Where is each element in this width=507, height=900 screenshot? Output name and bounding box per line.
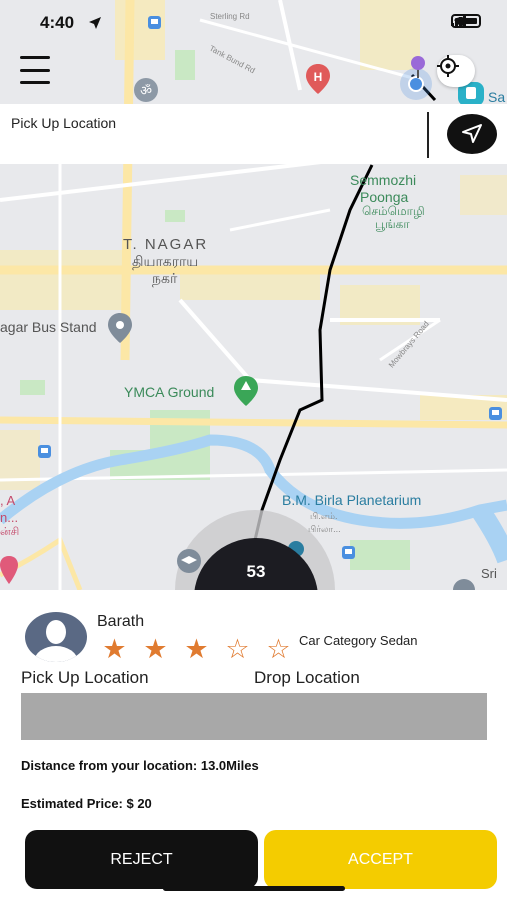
distance-text: Distance from your location: 13.0Miles bbox=[21, 758, 259, 773]
send-arrow-icon bbox=[462, 124, 482, 143]
transit-icon-4 bbox=[342, 546, 355, 559]
map-label-bus-stand: agar Bus Stand bbox=[0, 319, 97, 335]
hospital-pin-icon: H bbox=[306, 64, 330, 94]
pickup-search-bar[interactable]: Pick Up Location bbox=[0, 104, 507, 164]
map-label-t-nagar-tamil-2: நகர் bbox=[152, 270, 178, 286]
map-label-t-nagar: T. NAGAR bbox=[123, 236, 209, 253]
map-label-left-3: ன்சி bbox=[0, 526, 20, 538]
location-arrow-icon bbox=[89, 17, 101, 29]
transit-icon-3 bbox=[489, 407, 502, 420]
map-label-poonga-tamil: பூங்கா bbox=[375, 217, 410, 231]
accept-button[interactable]: ACCEPT bbox=[264, 830, 497, 889]
star-empty-icon: ☆ bbox=[266, 634, 291, 664]
transit-icon-2 bbox=[38, 445, 51, 458]
map-label-sri: Sri bbox=[481, 566, 497, 581]
menu-line-icon bbox=[20, 56, 50, 59]
ride-request-sheet: Barath ★ ★ ★ ☆ ☆ Car Category Sedan Pick Up … bbox=[0, 590, 507, 900]
divider bbox=[427, 112, 429, 158]
place-pin-icon bbox=[453, 579, 475, 590]
map-label-planetarium-tamil-2: பிர்லா... bbox=[308, 524, 341, 534]
current-location-marker-icon bbox=[400, 56, 432, 100]
svg-text:H: H bbox=[314, 70, 323, 84]
navigate-button[interactable] bbox=[447, 114, 497, 154]
user-silhouette-icon bbox=[34, 620, 78, 662]
map-label-sterling-rd: Sterling Rd bbox=[210, 12, 250, 21]
map-label-ymca: YMCA Ground bbox=[124, 384, 215, 400]
star-empty-icon: ☆ bbox=[225, 634, 250, 664]
map-label-planetarium-tamil: பி.எம். bbox=[310, 511, 338, 521]
map-label-left-1: , A bbox=[0, 493, 16, 508]
svg-text:ॐ: ॐ bbox=[140, 84, 152, 99]
drop-location-label: Drop Location bbox=[254, 668, 360, 687]
menu-line-icon bbox=[20, 68, 50, 72]
estimated-price: Estimated Price: $ 20 bbox=[21, 796, 152, 811]
bus-stand-pin-icon bbox=[108, 313, 132, 343]
transit-icon bbox=[148, 16, 161, 29]
car-marker-icon bbox=[0, 556, 18, 584]
home-indicator[interactable] bbox=[163, 886, 345, 891]
menu-line-icon bbox=[20, 81, 50, 84]
star-filled-icon: ★ bbox=[184, 634, 209, 664]
star-filled-icon: ★ bbox=[143, 634, 168, 664]
status-icons bbox=[451, 14, 481, 28]
pickup-location-field[interactable]: Pick Up Location bbox=[11, 115, 116, 131]
driver-name: Barath bbox=[97, 613, 145, 630]
reject-button[interactable]: REJECT bbox=[25, 830, 258, 889]
star-filled-icon: ★ bbox=[102, 634, 127, 664]
status-time: 4:40 bbox=[40, 13, 75, 32]
avatar bbox=[25, 612, 87, 662]
location-details-box bbox=[21, 693, 487, 740]
map-label-poonga: Poonga bbox=[360, 189, 409, 205]
crosshair-icon bbox=[437, 55, 459, 77]
battery-icon bbox=[451, 14, 481, 28]
map-view[interactable]: T. NAGAR தியாகராய நகர் Semmozhi Poonga ச… bbox=[0, 0, 507, 590]
menu-button[interactable] bbox=[20, 56, 50, 84]
map-label-planetarium: B.M. Birla Planetarium bbox=[282, 492, 422, 508]
ymca-pin-icon bbox=[234, 376, 258, 406]
map-label-sa: Sa bbox=[488, 89, 506, 105]
pickup-location-label: Pick Up Location bbox=[21, 668, 149, 687]
temple-pin-icon: ॐ bbox=[134, 78, 158, 102]
car-category: Car Category Sedan bbox=[299, 633, 418, 648]
rating-stars: ★ ★ ★ ☆ ☆ bbox=[102, 634, 291, 664]
map-label-semmozhi: Semmozhi bbox=[350, 172, 417, 188]
map-label-left-2: n... bbox=[0, 510, 19, 525]
locate-me-button[interactable] bbox=[437, 55, 475, 87]
eta-value: 53 bbox=[246, 562, 266, 581]
